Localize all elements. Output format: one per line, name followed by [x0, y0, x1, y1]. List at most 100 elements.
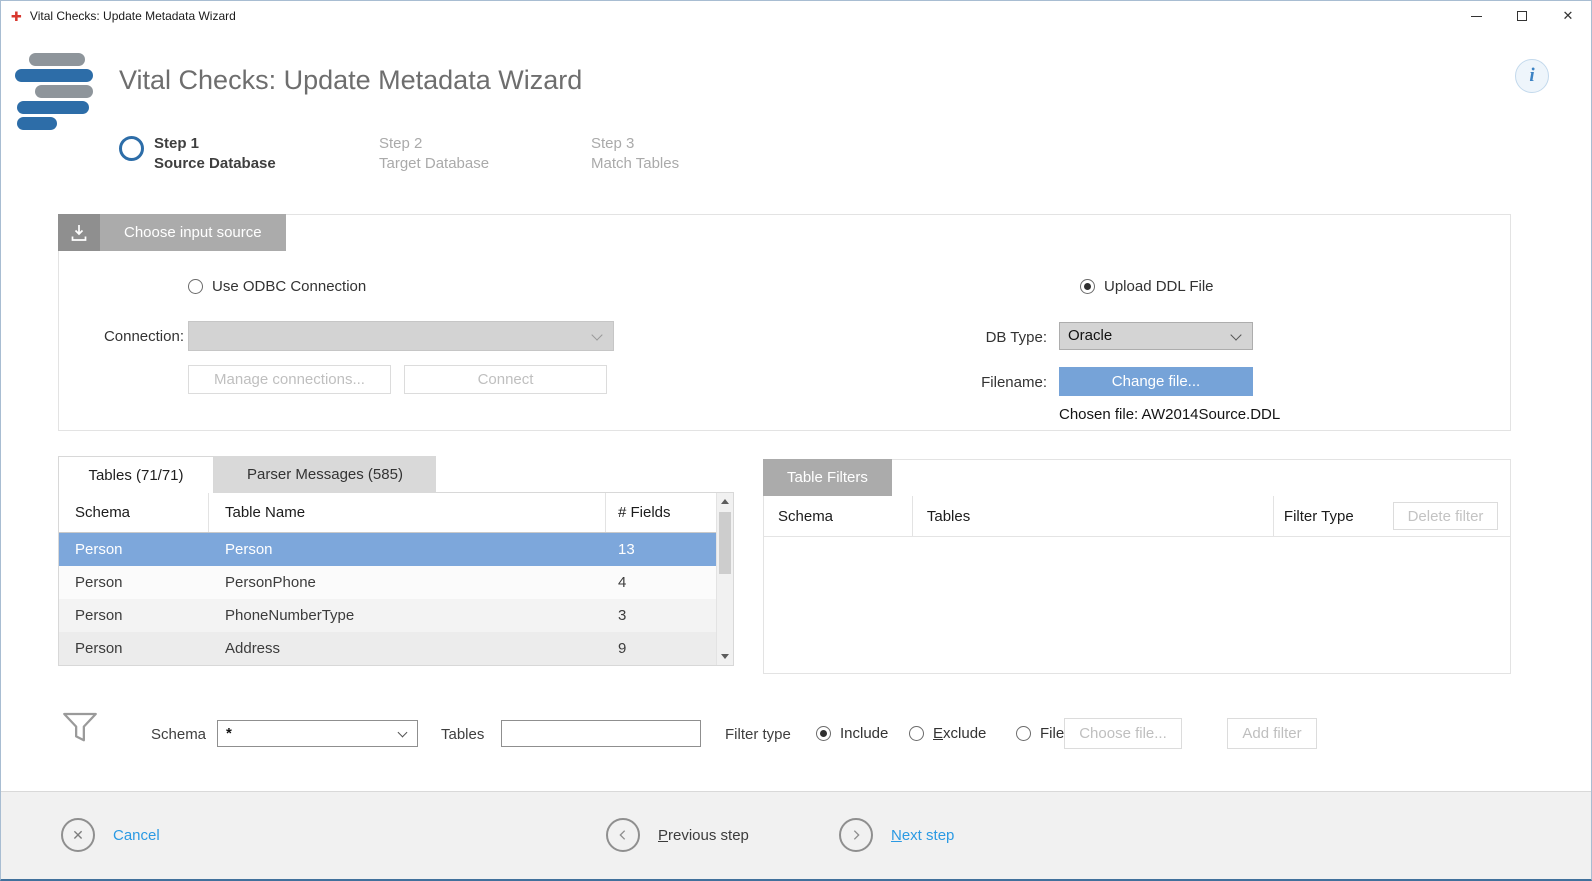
table-row[interactable]: Person Address 9: [59, 632, 716, 665]
step-label: Step 3: [591, 134, 679, 154]
cancel-circle-icon: ✕: [61, 818, 95, 852]
app-icon: ✚: [11, 10, 22, 23]
next-step-button[interactable]: Next step: [839, 818, 954, 852]
include-radio-label: Include: [840, 725, 888, 742]
cell-table-name: PhoneNumberType: [209, 599, 606, 632]
input-source-title: Choose input source: [100, 214, 286, 251]
choose-file-button[interactable]: Choose file...: [1064, 718, 1182, 749]
input-source-panel: Choose input source Use ODBC Connection …: [58, 214, 1511, 431]
next-step-label: Next step: [891, 827, 954, 844]
column-header-filter-type[interactable]: Filter Type: [1274, 496, 1393, 536]
filter-tables-input[interactable]: [501, 720, 701, 747]
cancel-button[interactable]: ✕ Cancel: [61, 818, 160, 852]
filter-type-label: Filter type: [725, 726, 791, 743]
cell-fields: 3: [606, 599, 716, 632]
tables-grid-header: Schema Table Name # Fields: [59, 493, 716, 533]
tables-tabs: Tables (71/71) Parser Messages (585): [58, 456, 436, 493]
db-type-dropdown[interactable]: Oracle: [1059, 322, 1253, 350]
scroll-up-icon[interactable]: [717, 493, 733, 510]
file-radio[interactable]: File: [1016, 725, 1064, 742]
delete-filter-button[interactable]: Delete filter: [1393, 502, 1498, 530]
cell-table-name: Address: [209, 632, 606, 665]
input-source-header: Choose input source: [58, 214, 286, 251]
step-label: Step 1: [154, 134, 276, 154]
step-indicator-1: Step 1 Source Database: [154, 134, 276, 174]
logo-bar: [17, 101, 89, 114]
table-filters-header: Table Filters: [763, 459, 892, 496]
tables-grid: Schema Table Name # Fields Person Person…: [58, 492, 734, 666]
page-title: Vital Checks: Update Metadata Wizard: [119, 65, 582, 96]
tab-tables[interactable]: Tables (71/71): [58, 456, 214, 493]
chosen-file-text: Chosen file: AW2014Source.DDL: [1059, 406, 1280, 423]
maximize-icon: [1517, 11, 1527, 21]
upload-ddl-radio-label: Upload DDL File: [1104, 278, 1214, 295]
tab-parser-messages[interactable]: Parser Messages (585): [214, 456, 436, 493]
minimize-icon: [1471, 16, 1482, 17]
cell-table-name: Person: [209, 533, 606, 566]
step-indicator-2: Step 2 Target Database: [379, 134, 489, 174]
logo-bar: [15, 69, 93, 82]
cell-table-name: PersonPhone: [209, 566, 606, 599]
connect-button[interactable]: Connect: [404, 365, 607, 394]
previous-step-button[interactable]: Previous step: [606, 818, 749, 852]
info-icon: i: [1529, 65, 1534, 87]
logo-bar: [29, 53, 85, 66]
filter-schema-dropdown[interactable]: *: [217, 720, 418, 747]
cell-fields: 13: [606, 533, 716, 566]
cell-schema: Person: [59, 632, 209, 665]
scrollbar-thumb[interactable]: [719, 512, 731, 574]
cell-schema: Person: [59, 599, 209, 632]
file-radio-label: File: [1040, 725, 1064, 742]
chevron-left-icon: [606, 818, 640, 852]
close-button[interactable]: ✕: [1545, 1, 1591, 31]
db-type-value: Oracle: [1068, 327, 1112, 344]
chevron-down-icon: [591, 329, 602, 340]
cell-schema: Person: [59, 566, 209, 599]
column-header-table-name[interactable]: Table Name: [209, 493, 606, 532]
column-header-tables[interactable]: Tables: [913, 496, 1274, 536]
scroll-down-icon[interactable]: [717, 648, 733, 665]
funnel-icon: [59, 707, 101, 754]
step1-ring-icon: [119, 136, 144, 161]
footer: ✕ Cancel Previous step Next step: [1, 791, 1591, 879]
maximize-button[interactable]: [1499, 1, 1545, 31]
info-button[interactable]: i: [1515, 59, 1549, 93]
exclude-radio[interactable]: Exclude: [909, 725, 986, 742]
step-name: Match Tables: [591, 154, 679, 174]
upload-ddl-radio[interactable]: Upload DDL File: [1080, 278, 1214, 295]
step-indicator-3: Step 3 Match Tables: [591, 134, 679, 174]
column-header-schema[interactable]: Schema: [59, 493, 209, 532]
table-row[interactable]: Person PhoneNumberType 3: [59, 599, 716, 632]
titlebar: ✚ Vital Checks: Update Metadata Wizard ✕: [1, 1, 1591, 31]
radio-icon: [188, 279, 203, 294]
previous-step-label: Previous step: [658, 827, 749, 844]
include-radio[interactable]: Include: [816, 725, 888, 742]
change-file-button[interactable]: Change file...: [1059, 367, 1253, 396]
column-header-schema[interactable]: Schema: [764, 496, 913, 536]
odbc-radio[interactable]: Use ODBC Connection: [188, 278, 366, 295]
connection-label: Connection:: [79, 328, 184, 345]
table-row[interactable]: Person PersonPhone 4: [59, 566, 716, 599]
vertical-scrollbar[interactable]: [716, 493, 733, 665]
chevron-right-icon: [839, 818, 873, 852]
minimize-button[interactable]: [1453, 1, 1499, 31]
filter-schema-label: Schema: [151, 726, 206, 743]
manage-connections-button[interactable]: Manage connections...: [188, 365, 391, 394]
cancel-label: Cancel: [113, 827, 160, 844]
logo-bar: [17, 117, 57, 130]
connection-dropdown[interactable]: [188, 321, 614, 351]
table-filters-title: Table Filters: [763, 459, 892, 496]
exclude-radio-label: Exclude: [933, 725, 986, 742]
odbc-radio-label: Use ODBC Connection: [212, 278, 366, 295]
filter-tables-label: Tables: [441, 726, 484, 743]
db-type-label: DB Type:: [957, 329, 1047, 346]
download-icon: [58, 214, 100, 251]
table-filters-grid-header: Schema Tables Filter Type Delete filter: [764, 496, 1510, 537]
add-filter-button[interactable]: Add filter: [1227, 718, 1317, 749]
table-row[interactable]: Person Person 13: [59, 533, 716, 566]
window-controls: ✕: [1453, 1, 1591, 31]
filter-schema-value: *: [226, 725, 232, 742]
app-logo: [15, 53, 125, 133]
table-filters-panel: Table Filters Schema Tables Filter Type …: [763, 459, 1511, 674]
column-header-fields[interactable]: # Fields: [606, 493, 716, 532]
